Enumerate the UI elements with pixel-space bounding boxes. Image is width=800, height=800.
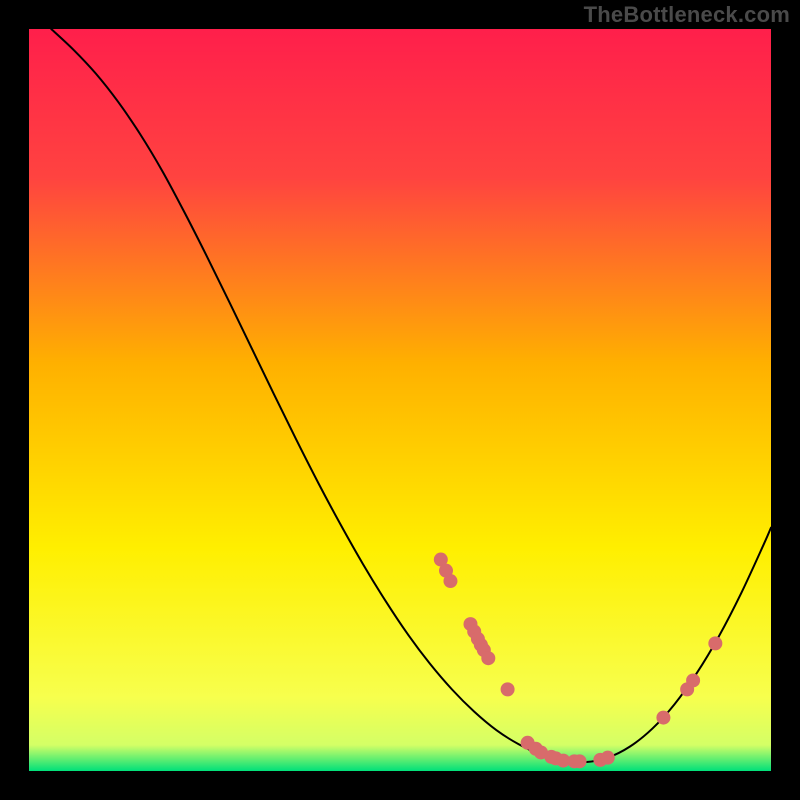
plot-svg: [29, 29, 771, 771]
scatter-dot: [656, 711, 670, 725]
scatter-dot: [708, 636, 722, 650]
chart-frame: TheBottleneck.com: [0, 0, 800, 800]
gradient-background: [29, 29, 771, 771]
scatter-dot: [481, 651, 495, 665]
scatter-dot: [443, 574, 457, 588]
scatter-dot: [501, 682, 515, 696]
plot-area: [29, 29, 771, 771]
watermark-text: TheBottleneck.com: [584, 2, 790, 28]
scatter-dot: [601, 751, 615, 765]
scatter-dot: [573, 754, 587, 768]
scatter-dot: [686, 673, 700, 687]
